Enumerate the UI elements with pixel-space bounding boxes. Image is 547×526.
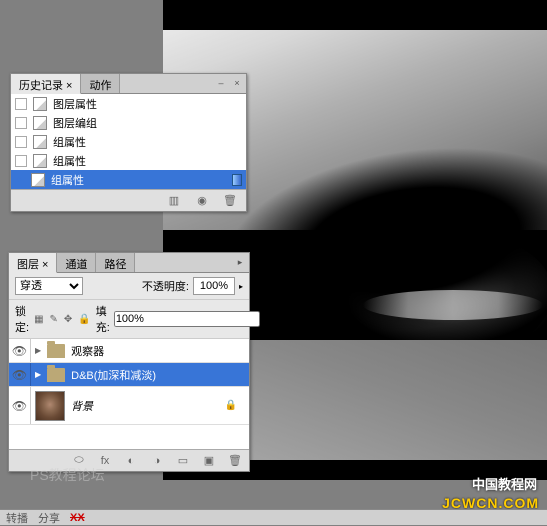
opacity-label: 不透明度: <box>142 278 189 294</box>
delete-layer-icon[interactable]: 🗑 <box>227 454 243 468</box>
history-checkbox[interactable] <box>15 117 27 129</box>
history-label: 图层编组 <box>53 115 97 131</box>
opacity-arrow-icon[interactable]: ▸ <box>239 282 243 291</box>
group-expand-icon[interactable]: ▶ <box>35 346 41 355</box>
history-checkbox[interactable] <box>15 98 27 110</box>
history-tabs: 历史记录 × 动作 – × <box>11 74 246 94</box>
panel-close-icon[interactable]: × <box>230 76 244 90</box>
folder-icon <box>47 344 65 358</box>
lock-icon: 🔒 <box>225 400 237 411</box>
history-panel: 历史记录 × 动作 – × 图层属性 图层编组 组属性 组属性 ▸ <box>10 73 247 212</box>
adjustment-layer-icon[interactable]: ◑ <box>149 454 165 468</box>
layer-options-row: 穿透 不透明度: ▸ <box>9 273 249 300</box>
layer-thumbnail <box>35 391 65 421</box>
history-footer: ▥ ◉ 🗑 <box>11 189 246 211</box>
history-state-icon <box>33 154 47 168</box>
lock-image-icon[interactable]: ✎ <box>49 311 59 327</box>
new-layer-icon[interactable]: ▣ <box>201 454 217 468</box>
layer-name: 背景 <box>71 398 93 414</box>
layer-list: 👁 ▶ 观察器 👁 ▶ D&B(加深和减淡) 👁 背景 🔒 <box>9 339 249 449</box>
lock-all-icon[interactable]: 🔒 <box>77 311 91 327</box>
lock-position-icon[interactable]: ✥ <box>63 311 73 327</box>
fill-label: 填充: <box>96 303 110 335</box>
layer-name: 观察器 <box>71 343 104 359</box>
delete-icon[interactable]: 🗑 <box>222 194 238 208</box>
panel-menu-icon[interactable]: ▸ <box>233 255 247 269</box>
layers-tabs: 图层 × 通道 路径 ▸ <box>9 253 249 273</box>
visibility-toggle-icon[interactable]: 👁 <box>9 363 31 386</box>
status-bar: 转播 分享 XX <box>0 509 547 525</box>
layer-row[interactable]: 👁 ▶ 观察器 <box>9 339 249 363</box>
folder-icon <box>47 368 65 382</box>
create-doc-icon[interactable]: ▥ <box>166 194 182 208</box>
fill-arrow-icon[interactable]: ▸ <box>264 315 268 324</box>
blend-mode-select[interactable]: 穿透 <box>15 277 83 295</box>
status-item[interactable]: XX <box>70 512 85 524</box>
fill-input[interactable] <box>114 311 260 327</box>
status-item[interactable]: 分享 <box>38 510 60 526</box>
history-item[interactable]: 组属性 <box>11 132 246 151</box>
layer-lock-row: 锁定: ▦ ✎ ✥ 🔒 填充: ▸ <box>9 300 249 339</box>
lock-label: 锁定: <box>15 303 29 335</box>
panel-minimize-icon[interactable]: – <box>214 76 228 90</box>
layer-name: D&B(加深和减淡) <box>71 367 156 383</box>
layers-panel: 图层 × 通道 路径 ▸ 穿透 不透明度: ▸ 锁定: ▦ ✎ ✥ 🔒 填充: … <box>8 252 250 472</box>
tab-paths[interactable]: 路径 <box>96 253 135 272</box>
history-checkbox[interactable] <box>15 155 27 167</box>
history-slider-icon[interactable] <box>232 174 242 186</box>
history-label: 图层属性 <box>53 96 97 112</box>
history-state-icon <box>33 116 47 130</box>
status-item[interactable]: 转播 <box>6 510 28 526</box>
layer-row[interactable]: 👁 ▶ D&B(加深和减淡) <box>9 363 249 387</box>
history-checkbox[interactable] <box>15 136 27 148</box>
history-item[interactable]: ▸ 组属性 <box>11 170 246 189</box>
tab-layers[interactable]: 图层 × <box>9 253 57 273</box>
tab-actions[interactable]: 动作 <box>81 74 120 93</box>
tab-channels[interactable]: 通道 <box>57 253 96 272</box>
group-icon[interactable]: ▭ <box>175 454 191 468</box>
tab-history[interactable]: 历史记录 × <box>11 74 81 94</box>
group-expand-icon[interactable]: ▶ <box>35 370 41 379</box>
history-item[interactable]: 图层编组 <box>11 113 246 132</box>
history-label: 组属性 <box>51 172 84 188</box>
opacity-input[interactable] <box>193 277 235 295</box>
history-label: 组属性 <box>53 153 86 169</box>
layer-mask-icon[interactable]: ◐ <box>123 454 139 468</box>
layer-row[interactable]: 👁 背景 🔒 <box>9 387 249 425</box>
history-item[interactable]: 图层属性 <box>11 94 246 113</box>
history-state-icon <box>31 173 45 187</box>
history-item[interactable]: 组属性 <box>11 151 246 170</box>
watermark-left: PS教程论坛 <box>30 465 105 485</box>
history-current-icon: ▸ <box>15 174 25 186</box>
watermark-right: 中国教程网 <box>472 474 537 493</box>
history-label: 组属性 <box>53 134 86 150</box>
history-list: 图层属性 图层编组 组属性 组属性 ▸ 组属性 <box>11 94 246 189</box>
history-state-icon <box>33 135 47 149</box>
history-state-icon <box>33 97 47 111</box>
lock-transparent-icon[interactable]: ▦ <box>33 311 44 327</box>
visibility-toggle-icon[interactable]: 👁 <box>9 387 31 424</box>
visibility-toggle-icon[interactable]: 👁 <box>9 339 31 362</box>
snapshot-icon[interactable]: ◉ <box>194 194 210 208</box>
